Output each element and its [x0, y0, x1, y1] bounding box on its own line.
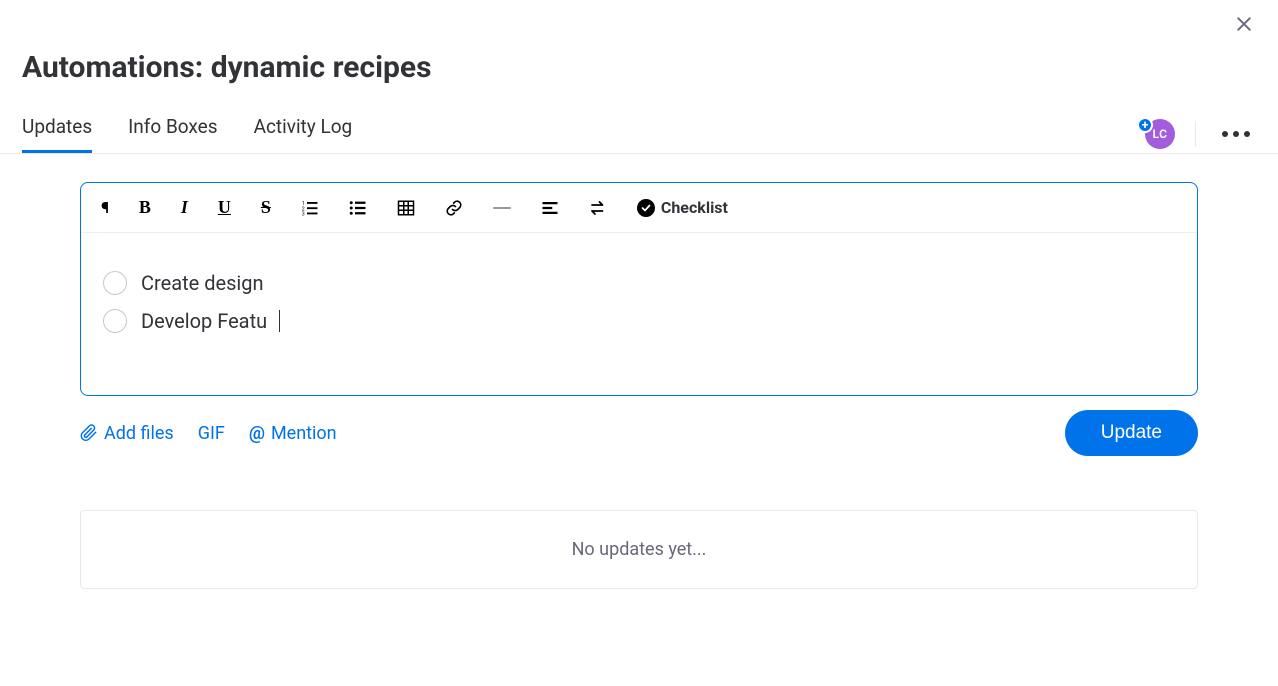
empty-state-text: No updates yet... — [572, 539, 707, 560]
empty-state: No updates yet... — [80, 510, 1198, 589]
unordered-list-icon — [349, 199, 367, 217]
checklist-button[interactable]: Checklist — [637, 198, 728, 217]
italic-button[interactable]: I — [181, 197, 188, 218]
checklist-item[interactable]: Create design — [103, 271, 1175, 295]
editor-body[interactable]: Create design Develop Featu — [81, 233, 1197, 395]
checkbox[interactable] — [103, 309, 127, 333]
tab-info-boxes[interactable]: Info Boxes — [128, 115, 217, 153]
more-options-button[interactable] — [1216, 125, 1256, 143]
editor-footer: Add files GIF @ Mention Update — [80, 396, 1198, 456]
divider — [1195, 121, 1196, 147]
horizontal-rule-icon — [493, 207, 511, 209]
swap-icon — [589, 199, 607, 217]
underline-button[interactable]: U — [218, 197, 231, 218]
link-icon — [445, 199, 463, 217]
table-button[interactable] — [397, 199, 415, 217]
update-button[interactable]: Update — [1065, 410, 1198, 456]
paragraph-icon: ¶ — [101, 198, 109, 217]
checkbox[interactable] — [103, 271, 127, 295]
content: ¶ B I U S 1 2 3 — [0, 154, 1278, 589]
add-files-label: Add files — [104, 423, 174, 444]
horizontal-rule-button[interactable] — [493, 207, 511, 209]
paragraph-format-button[interactable]: ¶ — [101, 198, 109, 217]
tabs: Updates Info Boxes Activity Log — [22, 115, 352, 153]
checklist-label: Checklist — [661, 198, 728, 217]
checklist-item[interactable]: Develop Featu — [103, 309, 1175, 333]
footer-left: Add files GIF @ Mention — [80, 423, 337, 444]
close-icon — [1234, 14, 1254, 34]
editor-box: ¶ B I U S 1 2 3 — [80, 182, 1198, 396]
checklist-item-text: Create design — [141, 271, 264, 295]
unordered-list-button[interactable] — [349, 199, 367, 217]
add-files-button[interactable]: Add files — [80, 423, 174, 444]
editor-toolbar: ¶ B I U S 1 2 3 — [81, 183, 1197, 233]
mention-label: Mention — [271, 423, 337, 444]
link-button[interactable] — [445, 199, 463, 217]
plus-icon: + — [1137, 117, 1153, 133]
strikethrough-button[interactable]: S — [261, 197, 271, 218]
text-direction-button[interactable] — [589, 199, 607, 217]
at-icon: @ — [249, 423, 265, 444]
ordered-list-icon: 1 2 3 — [301, 199, 319, 217]
tabs-row: Updates Info Boxes Activity Log + LC — [0, 85, 1278, 154]
ordered-list-button[interactable]: 1 2 3 — [301, 199, 319, 217]
align-left-icon — [541, 199, 559, 217]
tabs-right: + LC — [1145, 119, 1256, 149]
gif-label: GIF — [198, 423, 225, 444]
checklist-item-text: Develop Featu — [141, 309, 267, 333]
paperclip-icon — [80, 424, 98, 442]
text-cursor — [279, 310, 280, 332]
tab-updates[interactable]: Updates — [22, 115, 92, 153]
mention-button[interactable]: @ Mention — [249, 423, 337, 444]
table-icon — [397, 199, 415, 217]
dot-icon — [1233, 131, 1239, 137]
dot-icon — [1222, 131, 1228, 137]
tab-activity-log[interactable]: Activity Log — [254, 115, 353, 153]
bold-button[interactable]: B — [139, 197, 151, 218]
add-member-button[interactable]: + LC — [1145, 119, 1175, 149]
gif-button[interactable]: GIF — [198, 423, 225, 444]
align-button[interactable] — [541, 199, 559, 217]
svg-text:3: 3 — [302, 211, 305, 217]
close-button[interactable] — [1228, 8, 1260, 40]
dot-icon — [1244, 131, 1250, 137]
checkmark-circle-icon — [637, 199, 655, 217]
page-title: Automations: dynamic recipes — [0, 0, 1278, 85]
